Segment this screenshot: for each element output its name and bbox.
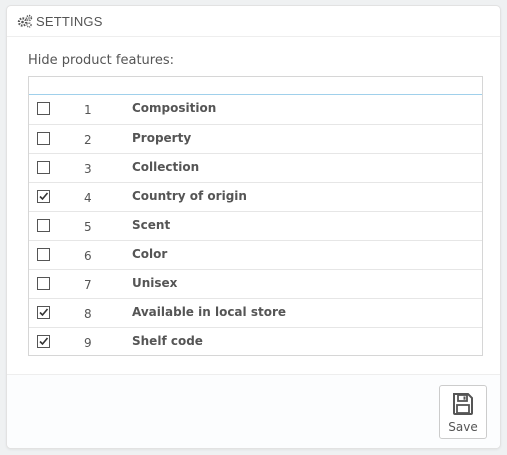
feature-name: Scent (132, 218, 171, 232)
table-row: 5 Scent (29, 211, 482, 240)
feature-id: 1 (84, 103, 92, 117)
feature-name: Country of origin (132, 189, 247, 203)
feature-checkbox[interactable] (37, 277, 50, 290)
feature-checkbox[interactable] (37, 219, 50, 232)
feature-checkbox[interactable] (37, 190, 50, 203)
feature-checkbox[interactable] (37, 335, 50, 348)
feature-name: Composition (132, 101, 217, 115)
feature-id: 7 (84, 278, 92, 292)
table-row: 9 Shelf code (29, 327, 482, 356)
table-row: 6 Color (29, 240, 482, 269)
table-header (29, 77, 482, 95)
feature-name: Collection (132, 160, 200, 174)
feature-name: Color (132, 247, 168, 261)
checkmark-icon (39, 337, 49, 346)
save-button[interactable]: Save (439, 385, 487, 439)
feature-id: 9 (84, 336, 92, 350)
cogs-icon (17, 14, 33, 28)
feature-name: Available in local store (132, 305, 286, 319)
feature-id: 6 (84, 249, 92, 263)
feature-checkbox[interactable] (37, 102, 50, 115)
feature-id: 8 (84, 307, 92, 321)
feature-checkbox[interactable] (37, 248, 50, 261)
checkmark-icon (39, 308, 49, 317)
hide-features-label: Hide product features: (28, 53, 174, 68)
feature-id: 5 (84, 220, 92, 234)
features-table: 1 Composition 2 Property 3 Collection 4 Country… (28, 76, 483, 356)
table-row: 2 Property (29, 124, 482, 153)
floppy-disk-icon (453, 393, 473, 415)
feature-name: Property (132, 131, 192, 145)
table-row: 1 Composition (29, 95, 482, 124)
feature-id: 4 (84, 191, 92, 205)
settings-panel: SETTINGS Hide product features: 1 Composi… (6, 5, 501, 449)
feature-checkbox[interactable] (37, 132, 50, 145)
feature-name: Shelf code (132, 334, 203, 348)
panel-footer: Save (7, 374, 500, 448)
table-row: 7 Unisex (29, 269, 482, 298)
table-row: 8 Available in local store (29, 298, 482, 327)
save-button-label: Save (448, 420, 478, 434)
feature-id: 3 (84, 162, 92, 176)
feature-checkbox[interactable] (37, 306, 50, 319)
table-body: 1 Composition 2 Property 3 Collection 4 Country… (29, 95, 482, 356)
feature-checkbox[interactable] (37, 161, 50, 174)
feature-name: Unisex (132, 276, 178, 290)
table-row: 4 Country of origin (29, 182, 482, 211)
panel-title: SETTINGS (36, 13, 103, 29)
checkmark-icon (39, 192, 49, 201)
table-row: 3 Collection (29, 153, 482, 182)
feature-id: 2 (84, 133, 92, 147)
panel-heading: SETTINGS (7, 6, 500, 37)
